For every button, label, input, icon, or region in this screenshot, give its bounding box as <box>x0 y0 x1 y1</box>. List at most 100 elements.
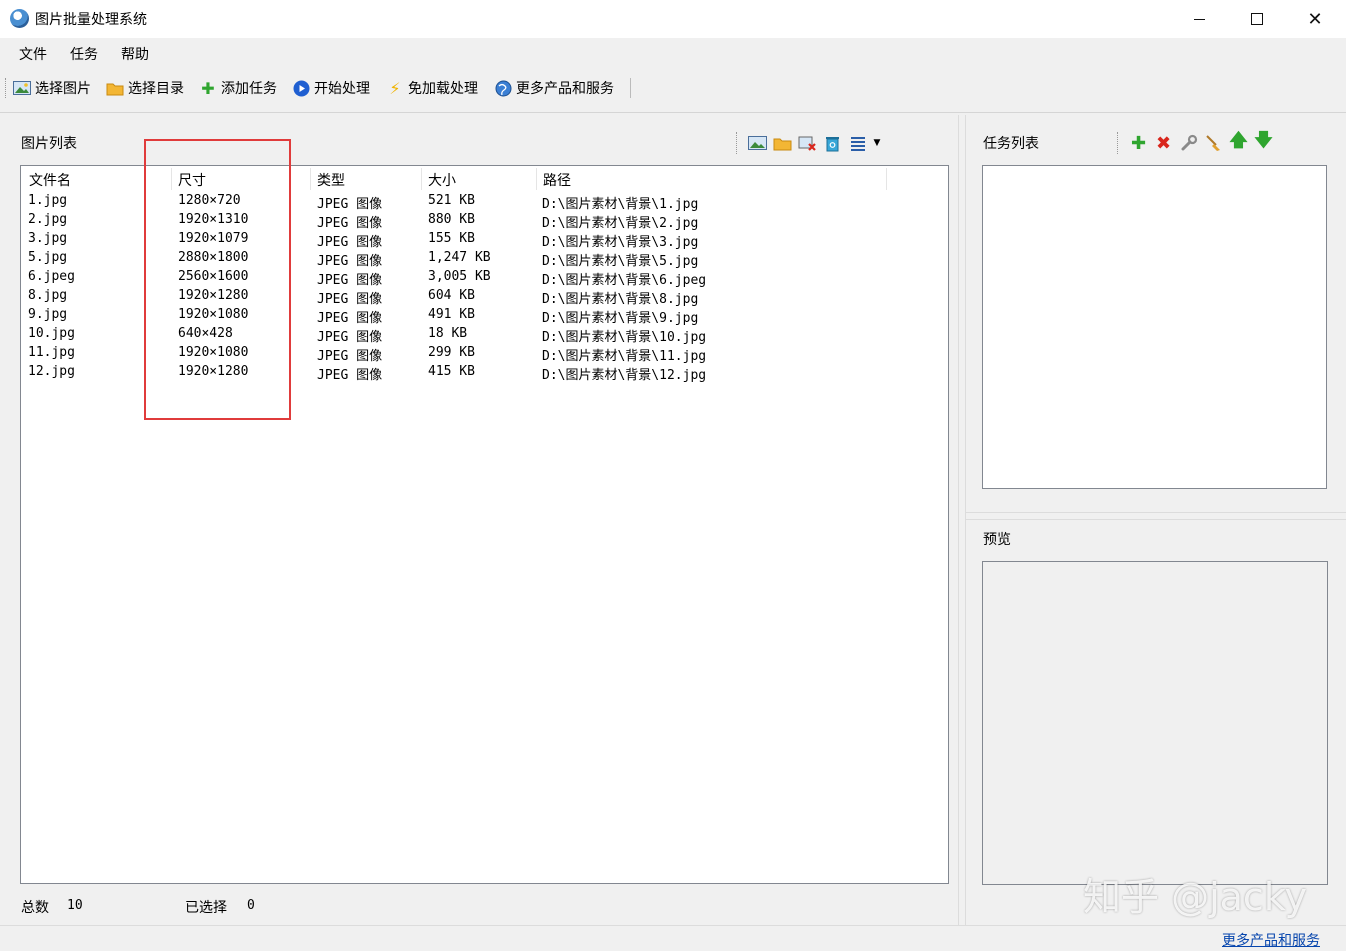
close-icon: ✕ <box>1307 8 1323 30</box>
toolbar-grip[interactable] <box>736 132 738 154</box>
menu-file[interactable]: 文件 <box>19 44 47 64</box>
close-button[interactable]: ✕ <box>1286 0 1344 38</box>
task-list-label: 任务列表 <box>983 136 1039 152</box>
horizontal-splitter[interactable] <box>966 512 1346 520</box>
cell-size: 299 KB <box>428 345 475 360</box>
status-bar <box>0 925 1346 951</box>
cell-path: D:\图片素材\背景\8.jpg <box>542 292 699 307</box>
add-task-label: 添加任务 <box>221 81 277 97</box>
cell-size: 1,247 KB <box>428 250 491 265</box>
cell-size: 491 KB <box>428 307 475 322</box>
column-separator[interactable] <box>310 168 311 190</box>
minimize-button[interactable] <box>1170 0 1228 38</box>
watermark: 知乎 @jacky <box>1083 875 1307 919</box>
cell-type: JPEG 图像 <box>317 273 383 288</box>
move-up-icon[interactable]: 🡅 <box>1229 130 1248 153</box>
column-header-filename[interactable]: 文件名 <box>29 170 71 190</box>
preview-box <box>982 561 1328 885</box>
delete-task-icon[interactable]: ✖ <box>1154 133 1173 154</box>
move-down-icon[interactable]: 🡇 <box>1254 130 1273 153</box>
cell-size: 155 KB <box>428 231 475 246</box>
selected-count-label: 已选择 <box>185 900 227 916</box>
recycle-bin-icon[interactable] <box>823 134 842 153</box>
add-folder-icon[interactable] <box>773 134 792 153</box>
task-list-toolbar: ✚ ✖ 🡅 🡇 <box>1117 128 1273 158</box>
cell-type: JPEG 图像 <box>317 235 383 250</box>
play-icon <box>292 79 310 97</box>
toolbar-grip[interactable] <box>1117 132 1119 154</box>
globe-icon <box>494 79 512 97</box>
task-list-box[interactable] <box>982 165 1327 489</box>
menu-task[interactable]: 任务 <box>70 44 98 64</box>
menu-bar: 文件 任务 帮助 <box>0 38 1346 68</box>
more-products-label: 更多产品和服务 <box>516 81 614 97</box>
wrench-icon[interactable] <box>1179 134 1198 153</box>
cell-filename: 10.jpg <box>28 326 75 341</box>
remove-image-icon[interactable] <box>798 134 817 153</box>
broom-icon[interactable] <box>1204 134 1223 153</box>
window-title: 图片批量处理系统 <box>35 12 147 28</box>
column-header-path[interactable]: 路径 <box>543 170 571 190</box>
cell-path: D:\图片素材\背景\2.jpg <box>542 216 699 231</box>
cell-path: D:\图片素材\背景\3.jpg <box>542 235 699 250</box>
vertical-splitter[interactable] <box>958 115 966 925</box>
start-processing-label: 开始处理 <box>314 81 370 97</box>
no-load-processing-button[interactable]: ⚡ 免加载处理 <box>386 76 478 100</box>
cell-size: 18 KB <box>428 326 468 341</box>
select-directory-button[interactable]: 选择目录 <box>106 76 184 100</box>
cell-size: 521 KB <box>428 193 475 208</box>
add-image-icon[interactable] <box>748 134 767 153</box>
cell-type: JPEG 图像 <box>317 292 383 307</box>
cell-filename: 1.jpg <box>28 193 68 208</box>
column-separator[interactable] <box>536 168 537 190</box>
select-images-button[interactable]: 选择图片 <box>13 76 91 100</box>
preview-label: 预览 <box>983 532 1011 548</box>
cell-path: D:\图片素材\背景\11.jpg <box>542 349 707 364</box>
list-view-icon[interactable] <box>848 134 867 153</box>
toolbar-divider <box>0 112 1346 113</box>
cell-size: 604 KB <box>428 288 475 303</box>
cell-size: 415 KB <box>428 364 475 379</box>
toolbar-grip[interactable] <box>5 78 7 98</box>
cell-filename: 9.jpg <box>28 307 68 322</box>
add-task-button[interactable]: ✚ 添加任务 <box>199 76 277 100</box>
more-products-button[interactable]: 更多产品和服务 <box>494 76 614 100</box>
maximize-button[interactable] <box>1228 0 1286 38</box>
no-load-processing-label: 免加载处理 <box>408 81 478 97</box>
add-task-icon[interactable]: ✚ <box>1129 133 1148 154</box>
cell-type: JPEG 图像 <box>317 197 383 212</box>
minimize-icon <box>1193 18 1205 20</box>
cell-size: 3,005 KB <box>428 269 491 284</box>
cell-path: D:\图片素材\背景\6.jpeg <box>542 273 707 288</box>
menu-help[interactable]: 帮助 <box>121 44 149 64</box>
column-header-size[interactable]: 大小 <box>428 170 456 190</box>
start-processing-button[interactable]: 开始处理 <box>292 76 370 100</box>
cell-size: 880 KB <box>428 212 475 227</box>
cell-filename: 2.jpg <box>28 212 68 227</box>
cell-type: JPEG 图像 <box>317 311 383 326</box>
selected-count-value: 0 <box>247 898 255 913</box>
title-bar: 图片批量处理系统 ✕ <box>0 0 1346 38</box>
cell-type: JPEG 图像 <box>317 254 383 269</box>
image-icon <box>13 79 31 97</box>
cell-path: D:\图片素材\背景\10.jpg <box>542 330 707 345</box>
cell-filename: 3.jpg <box>28 231 68 246</box>
cell-type: JPEG 图像 <box>317 216 383 231</box>
column-header-type[interactable]: 类型 <box>317 170 345 190</box>
cell-filename: 8.jpg <box>28 288 68 303</box>
image-list-toolbar: ▼ <box>736 128 881 158</box>
cell-path: D:\图片素材\背景\5.jpg <box>542 254 699 269</box>
cell-type: JPEG 图像 <box>317 368 383 383</box>
more-products-link[interactable]: 更多产品和服务 <box>1222 930 1320 950</box>
cell-type: JPEG 图像 <box>317 349 383 364</box>
column-separator[interactable] <box>886 168 887 190</box>
plus-icon: ✚ <box>201 78 215 98</box>
folder-icon <box>106 79 124 97</box>
dimensions-highlight-box <box>144 139 291 420</box>
toolbar-separator <box>630 78 631 98</box>
dropdown-arrow-icon[interactable]: ▼ <box>873 134 881 153</box>
cell-path: D:\图片素材\背景\12.jpg <box>542 368 707 383</box>
cell-path: D:\图片素材\背景\1.jpg <box>542 197 699 212</box>
column-separator[interactable] <box>421 168 422 190</box>
cell-path: D:\图片素材\背景\9.jpg <box>542 311 699 326</box>
